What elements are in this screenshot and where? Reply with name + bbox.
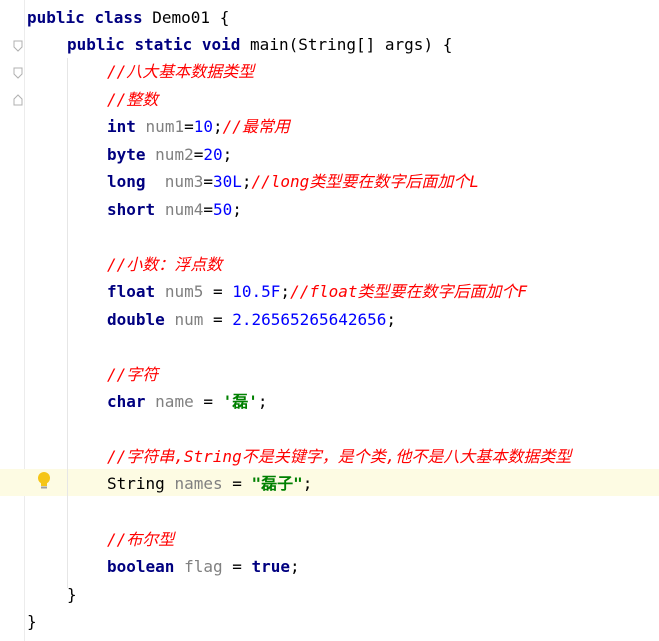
number-literal: 50 xyxy=(212,200,233,219)
code-line[interactable]: int num1=10;//最常用 xyxy=(107,113,290,140)
code-line[interactable]: long num3=30L;//long类型要在数字后面加个L xyxy=(107,168,479,195)
semicolon: ; xyxy=(212,117,223,136)
variable-name: num4 xyxy=(164,200,204,219)
number-literal: 10 xyxy=(193,117,213,136)
comment: //布尔型 xyxy=(107,530,175,549)
semicolon: ; xyxy=(232,200,242,219)
brace: { xyxy=(219,8,230,27)
code-line[interactable]: public static void main(String[] args) { xyxy=(67,31,452,58)
comment: //整数 xyxy=(107,90,159,109)
code-line[interactable]: String names = "磊子"; xyxy=(107,470,312,497)
code-line[interactable]: //八大基本数据类型 xyxy=(107,58,254,85)
operator: = xyxy=(222,474,252,493)
number-literal: 20 xyxy=(203,145,223,164)
code-line[interactable]: byte num2=20; xyxy=(107,141,232,168)
code-editor[interactable]: public class Demo01 { public static void… xyxy=(0,0,659,641)
type-keyword: char xyxy=(107,392,146,411)
code-line[interactable]: //整数 xyxy=(107,86,158,113)
operator: = xyxy=(222,557,252,576)
semicolon: ; xyxy=(257,392,268,411)
code-line[interactable]: } xyxy=(27,608,37,635)
code-line[interactable]: public class Demo01 { xyxy=(27,4,229,31)
code-line[interactable]: //小数：浮点数 xyxy=(107,251,222,278)
operator: = xyxy=(184,117,194,136)
brace: } xyxy=(67,585,77,604)
type-keyword: byte xyxy=(107,145,146,164)
code-line[interactable]: //布尔型 xyxy=(107,526,174,553)
comment: //long类型要在数字后面加个L xyxy=(251,172,479,191)
fold-marker-icon[interactable] xyxy=(13,40,23,52)
boolean-literal: true xyxy=(251,557,291,576)
editor-gutter[interactable] xyxy=(0,0,25,641)
type-keyword: double xyxy=(107,310,165,329)
number-literal: 10.5F xyxy=(232,282,281,301)
brace: } xyxy=(27,612,37,631)
keyword: class xyxy=(94,8,143,27)
operator: = xyxy=(203,282,233,301)
fold-marker-icon[interactable] xyxy=(13,94,23,106)
keyword: static xyxy=(134,35,193,54)
number-literal: 30L xyxy=(212,172,242,191)
variable-name: num xyxy=(174,310,204,329)
code-line[interactable]: //字符串,String不是关键字，是个类,他不是八大基本数据类型 xyxy=(107,443,571,470)
variable-name: names xyxy=(174,474,223,493)
keyword: void xyxy=(201,35,241,54)
operator: = xyxy=(203,172,213,191)
current-line-highlight xyxy=(0,469,659,496)
operator: = xyxy=(193,392,223,411)
type-keyword: long xyxy=(107,172,146,191)
semicolon: ; xyxy=(241,172,252,191)
type-keyword: float xyxy=(107,282,156,301)
char-literal: '磊' xyxy=(222,392,258,411)
variable-name: num3 xyxy=(164,172,204,191)
code-line[interactable]: double num = 2.26565265642656; xyxy=(107,306,396,333)
comment: //最常用 xyxy=(222,117,290,136)
code-line[interactable]: short num4=50; xyxy=(107,196,242,223)
brace: { xyxy=(442,35,453,54)
code-line[interactable]: char name = '磊'; xyxy=(107,388,268,415)
code-line[interactable]: //字符 xyxy=(107,361,158,388)
code-line[interactable]: boolean flag = true; xyxy=(107,553,300,580)
type-keyword: boolean xyxy=(107,557,175,576)
semicolon: ; xyxy=(280,282,291,301)
operator: = xyxy=(203,200,213,219)
comment: //字符 xyxy=(107,365,159,384)
variable-name: num1 xyxy=(145,117,185,136)
comment: //小数：浮点数 xyxy=(107,255,223,274)
comment: //字符串,String不是关键字，是个类,他不是八大基本数据类型 xyxy=(107,447,572,466)
comment: //float类型要在数字后面加个F xyxy=(290,282,528,301)
variable-name: num5 xyxy=(164,282,204,301)
type-name: String xyxy=(107,474,165,493)
lightbulb-icon[interactable] xyxy=(36,471,52,491)
variable-name: flag xyxy=(184,557,223,576)
variable-name: num2 xyxy=(155,145,194,164)
code-line[interactable]: float num5 = 10.5F;//float类型要在数字后面加个F xyxy=(107,278,527,305)
method-signature: main(String[] args) xyxy=(250,35,434,54)
keyword: public xyxy=(27,8,85,27)
fold-marker-icon[interactable] xyxy=(13,67,23,79)
indent-guide xyxy=(67,58,68,588)
operator: = xyxy=(203,310,233,329)
number-literal: 2.26565265642656 xyxy=(232,310,387,329)
variable-name: name xyxy=(155,392,194,411)
semicolon: ; xyxy=(290,557,300,576)
code-line[interactable]: } xyxy=(67,581,77,608)
class-name: Demo01 xyxy=(152,8,211,27)
semicolon: ; xyxy=(302,474,313,493)
semicolon: ; xyxy=(386,310,397,329)
keyword: public xyxy=(67,35,125,54)
type-keyword: short xyxy=(107,200,156,219)
string-literal: "磊子" xyxy=(251,474,303,493)
comment: //八大基本数据类型 xyxy=(107,62,255,81)
semicolon: ; xyxy=(222,145,233,164)
type-keyword: int xyxy=(107,117,136,136)
operator: = xyxy=(193,145,204,164)
